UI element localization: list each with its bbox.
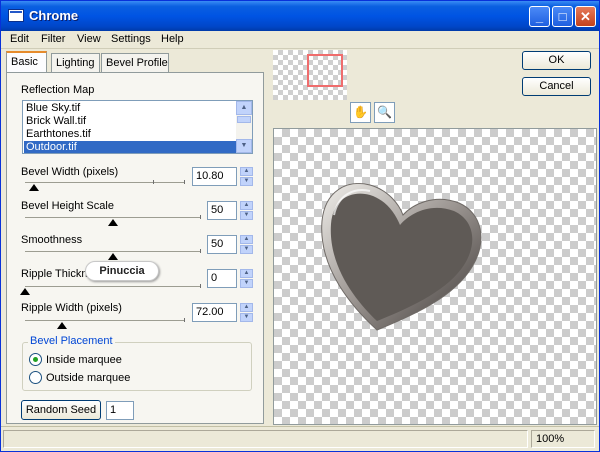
spin-up-icon[interactable]: ▲ xyxy=(240,303,253,312)
cancel-button[interactable]: Cancel xyxy=(522,77,591,96)
ripple-thickness-field[interactable]: 0 xyxy=(207,269,237,288)
magnifier-icon: 🔍 xyxy=(377,105,392,119)
inside-marquee-label[interactable]: Inside marquee xyxy=(46,354,122,366)
tab-bevel-profile[interactable]: Bevel Profile xyxy=(101,53,169,72)
list-item[interactable]: Blue Sky.tif xyxy=(24,102,238,114)
menu-view[interactable]: View xyxy=(77,33,101,45)
chrome-dialog: Chrome _ □ ✕ Edit Filter View Settings H… xyxy=(0,0,600,452)
bevel-height-field[interactable]: 50 xyxy=(207,201,237,220)
smoothness-thumb[interactable] xyxy=(108,253,118,260)
list-scrollbar[interactable]: ▲ ▼ xyxy=(236,101,252,153)
menu-filter[interactable]: Filter xyxy=(41,33,65,45)
bevel-width-thumb[interactable] xyxy=(29,184,39,191)
ripple-width-field[interactable]: 72.00 xyxy=(192,303,237,322)
slider-tick xyxy=(200,215,201,219)
spin-down-icon[interactable]: ▼ xyxy=(240,279,253,288)
scroll-up-button[interactable]: ▲ xyxy=(236,101,252,115)
menu-bar: Edit Filter View Settings Help xyxy=(1,31,599,49)
hand-icon: ✋ xyxy=(353,105,368,119)
list-item-selected[interactable]: Outdoor.tif xyxy=(24,141,238,153)
maximize-button[interactable]: □ xyxy=(552,6,573,27)
slider-tick xyxy=(200,249,201,253)
scroll-down-button[interactable]: ▼ xyxy=(236,139,252,153)
window-title: Chrome xyxy=(29,8,79,23)
hand-tool-button[interactable]: ✋ xyxy=(350,102,371,123)
spin-up-icon[interactable]: ▲ xyxy=(240,201,253,210)
ripple-thickness-label: Ripple Thickne xyxy=(21,268,94,280)
close-icon: ✕ xyxy=(580,9,591,24)
ripple-thickness-slider[interactable] xyxy=(25,286,201,287)
slider-tick xyxy=(184,180,185,184)
smoothness-slider[interactable] xyxy=(25,251,201,252)
scroll-thumb[interactable] xyxy=(237,116,251,123)
bevel-width-field[interactable]: 10.80 xyxy=(192,167,237,186)
ripple-width-thumb[interactable] xyxy=(57,322,67,329)
reflection-map-label: Reflection Map xyxy=(21,84,95,96)
minimize-button[interactable]: _ xyxy=(529,6,550,27)
tab-basic[interactable]: Basic xyxy=(6,51,47,73)
spin-down-icon[interactable]: ▼ xyxy=(240,211,253,220)
list-item[interactable]: Brick Wall.tif xyxy=(24,115,238,127)
slider-tick xyxy=(153,180,154,184)
smoothness-spinner[interactable]: ▲ ▼ xyxy=(240,235,253,254)
ripple-width-spinner[interactable]: ▲ ▼ xyxy=(240,303,253,322)
ok-button[interactable]: OK xyxy=(522,51,591,70)
reflection-map-list[interactable]: Blue Sky.tif Brick Wall.tif Earthtones.t… xyxy=(22,100,253,154)
navigator-viewport-rect[interactable] xyxy=(307,54,343,87)
outside-marquee-label[interactable]: Outside marquee xyxy=(46,372,130,384)
bevel-height-slider[interactable] xyxy=(25,217,201,218)
bevel-height-spinner[interactable]: ▲ ▼ xyxy=(240,201,253,220)
window-icon xyxy=(8,9,24,22)
main-preview[interactable] xyxy=(273,128,597,425)
ripple-thickness-thumb[interactable] xyxy=(20,288,30,295)
spin-up-icon[interactable]: ▲ xyxy=(240,167,253,176)
list-item[interactable]: Earthtones.tif xyxy=(24,128,238,140)
bevel-width-spinner[interactable]: ▲ ▼ xyxy=(240,167,253,186)
zoom-level: 100% xyxy=(531,430,595,448)
slider-tick xyxy=(184,318,185,322)
inside-marquee-radio[interactable] xyxy=(29,353,42,366)
smoothness-label: Smoothness xyxy=(21,234,83,246)
title-bar[interactable]: Chrome _ □ ✕ xyxy=(1,1,599,31)
spin-up-icon[interactable]: ▲ xyxy=(240,269,253,278)
bevel-height-thumb[interactable] xyxy=(108,219,118,226)
status-message xyxy=(3,430,528,448)
bevel-width-label: Bevel Width (pixels) xyxy=(21,166,119,178)
random-seed-field[interactable]: 1 xyxy=(106,401,134,420)
menu-help[interactable]: Help xyxy=(161,33,184,45)
outside-marquee-radio[interactable] xyxy=(29,371,42,384)
maximize-icon: □ xyxy=(558,9,567,24)
bevel-width-slider[interactable] xyxy=(25,182,185,183)
spin-up-icon[interactable]: ▲ xyxy=(240,235,253,244)
bevel-height-label: Bevel Height Scale xyxy=(21,200,114,212)
menu-settings[interactable]: Settings xyxy=(111,33,151,45)
heart-preview-image xyxy=(321,183,482,331)
bevel-placement-title: Bevel Placement xyxy=(28,335,115,347)
zoom-tool-button[interactable]: 🔍 xyxy=(374,102,395,123)
status-bar: 100% xyxy=(1,426,599,451)
watermark-stamp: Pinuccia xyxy=(85,261,159,281)
tab-lighting[interactable]: Lighting xyxy=(51,53,100,72)
random-seed-button[interactable]: Random Seed xyxy=(21,400,101,420)
spin-down-icon[interactable]: ▼ xyxy=(240,245,253,254)
minimize-icon: _ xyxy=(535,9,544,24)
ripple-width-slider[interactable] xyxy=(25,320,185,321)
spin-down-icon[interactable]: ▼ xyxy=(240,313,253,322)
ripple-thickness-spinner[interactable]: ▲ ▼ xyxy=(240,269,253,288)
menu-edit[interactable]: Edit xyxy=(10,33,29,45)
ripple-width-label: Ripple Width (pixels) xyxy=(21,302,122,314)
slider-tick xyxy=(200,284,201,288)
smoothness-field[interactable]: 50 xyxy=(207,235,237,254)
spin-down-icon[interactable]: ▼ xyxy=(240,177,253,186)
close-button[interactable]: ✕ xyxy=(575,6,596,27)
